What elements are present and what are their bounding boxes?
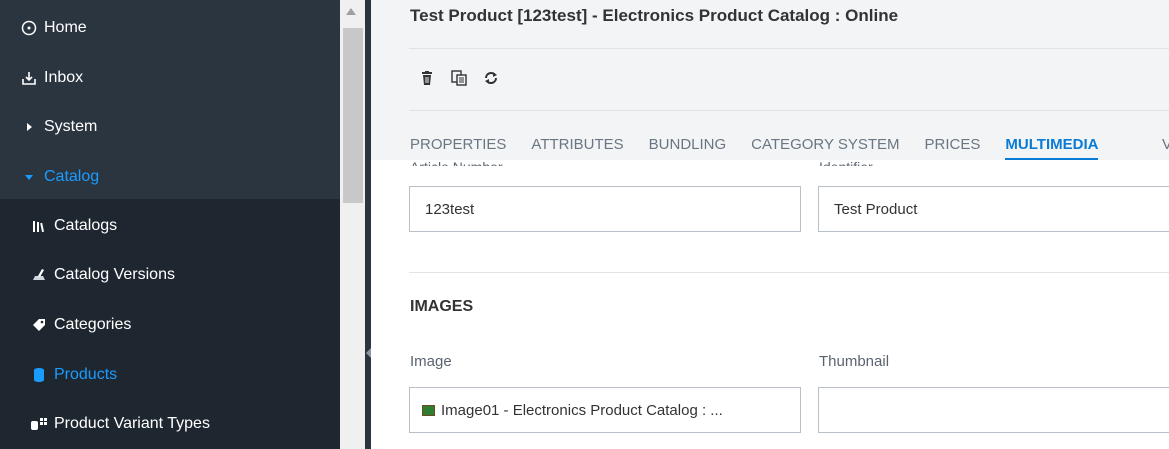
sidebar-item-label: Inbox [44, 69, 84, 86]
tag-icon [30, 316, 48, 334]
sidebar-item-label: Catalogs [54, 217, 118, 234]
sidebar-item-label: Products [54, 366, 118, 383]
refresh-icon[interactable] [482, 69, 500, 87]
divider [409, 272, 1169, 273]
sidebar-item-label: Categories [54, 316, 132, 333]
tab-attributes[interactable]: ATTRIBUTES [531, 136, 623, 160]
sidebar-item-label: Catalog Versions [54, 266, 175, 283]
inbox-icon [20, 69, 38, 87]
editor-toolbar [418, 69, 500, 87]
caret-right-icon [20, 118, 38, 136]
compass-icon [20, 19, 38, 37]
tab-prices[interactable]: PRICES [925, 136, 981, 160]
tab-multimedia[interactable]: MULTIMEDIA [1005, 136, 1099, 160]
scroll-up-arrow-icon[interactable] [346, 8, 356, 15]
thumbnail-label: Thumbnail [819, 353, 890, 370]
sidebar-item-product-variant-types[interactable]: Product Variant Types [0, 399, 340, 449]
article-number-field[interactable]: 123test [409, 186, 801, 232]
sidebar-item-label: Product Variant Types [54, 415, 210, 432]
editor-header: Test Product [123test] - Electronics Pro… [371, 0, 1169, 160]
divider [409, 110, 1169, 111]
image-reference-field[interactable]: Image01 - Electronics Product Catalog : … [409, 387, 801, 433]
article-number-label: Article Number [410, 154, 503, 166]
sidebar-item-categories[interactable]: Categories [0, 300, 340, 350]
sidebar-item-inbox[interactable]: Inbox [0, 53, 340, 103]
sidebar: Home Inbox System Catalog Catalogs Catal… [0, 0, 340, 449]
images-section-title: IMAGES [410, 298, 474, 315]
books-icon [30, 217, 48, 235]
image-thumbnail-icon [422, 404, 435, 416]
page-title: Test Product [123test] - Electronics Pro… [410, 6, 899, 25]
image-label: Image [410, 353, 452, 370]
thumbnail-field[interactable] [818, 387, 1169, 433]
tab-bundling[interactable]: BUNDLING [649, 136, 727, 160]
identifier-value: Test Product [834, 200, 918, 218]
identifier-field[interactable]: Test Product [818, 186, 1169, 232]
sidebar-item-catalog[interactable]: Catalog [0, 152, 340, 202]
editor-panel: Test Product [123test] - Electronics Pro… [371, 0, 1169, 449]
sidebar-item-label: Home [44, 19, 87, 36]
sidebar-item-catalogs[interactable]: Catalogs [0, 201, 340, 251]
editor-tabs: PROPERTIES ATTRIBUTES BUNDLING CATEGORY … [410, 136, 1123, 160]
image-reference-value: Image01 - Electronics Product Catalog : … [441, 401, 723, 419]
sidebar-item-system[interactable]: System [0, 102, 340, 152]
tab-overflow-peek[interactable]: V [1162, 136, 1169, 153]
cylinder-icon [30, 366, 48, 384]
clone-icon[interactable] [450, 69, 468, 87]
sidebar-item-home[interactable]: Home [0, 3, 340, 53]
sidebar-item-label: Catalog [44, 168, 100, 185]
identifier-label: Identifier [819, 154, 873, 166]
sidebar-item-products[interactable]: Products [0, 350, 340, 400]
caret-down-icon [20, 168, 38, 186]
article-number-value: 123test [425, 200, 475, 218]
sidebar-item-label: System [44, 118, 98, 135]
divider [409, 48, 1169, 49]
variant-types-icon [30, 415, 48, 433]
sidebar-scrollbar-thumb[interactable] [343, 28, 363, 203]
sidebar-item-catalog-versions[interactable]: Catalog Versions [0, 250, 340, 300]
catalog-versions-icon [30, 266, 48, 284]
trash-icon[interactable] [418, 69, 436, 87]
